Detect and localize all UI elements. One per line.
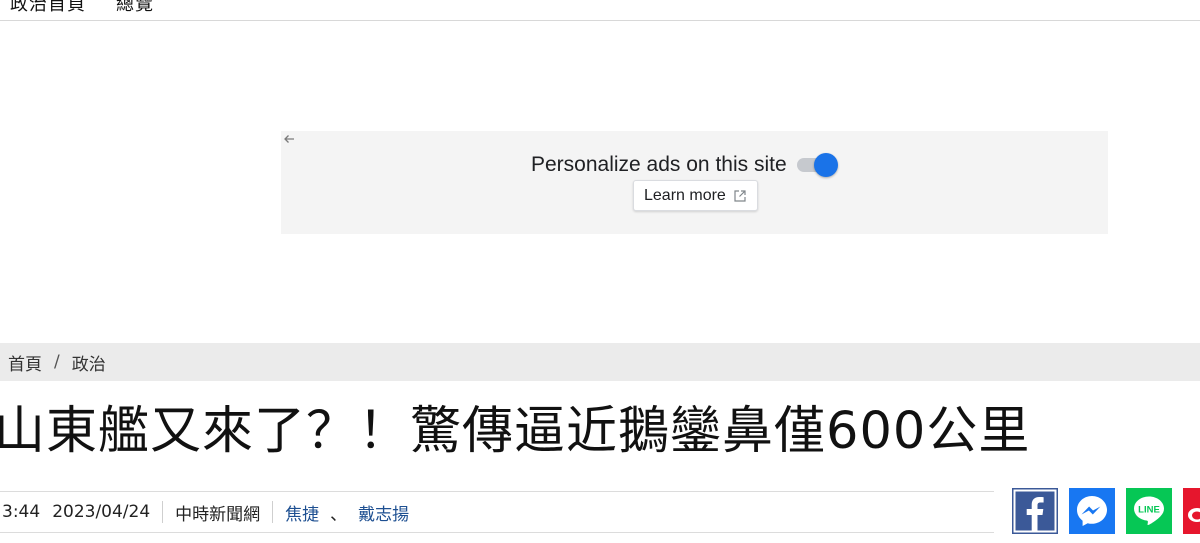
learn-more-label: Learn more [644, 186, 726, 204]
breadcrumb-separator: / [54, 352, 60, 372]
weibo-icon [1183, 488, 1200, 534]
article-meta: 3:44 2023/04/24 中時新聞網 焦捷 、 戴志揚 [0, 491, 994, 533]
nav-item-overview[interactable]: 總覽 [116, 0, 154, 16]
article-headline: 山東艦又來了？！驚傳逼近鵝鑾鼻僅600公里 [0, 402, 1031, 461]
breadcrumb: 首頁 / 政治 [0, 343, 1200, 381]
breadcrumb-home[interactable]: 首頁 [8, 350, 42, 375]
toggle-knob [813, 153, 838, 177]
back-arrow-icon[interactable] [282, 132, 296, 146]
facebook-icon [1012, 488, 1058, 534]
nav-item-politics-home[interactable]: 政治首頁 [10, 0, 86, 16]
messenger-share-button[interactable] [1069, 488, 1115, 534]
article-source: 中時新聞網 [175, 504, 261, 525]
author-link[interactable]: 戴志揚 [358, 500, 409, 525]
author-separator: 、 [330, 504, 348, 525]
author-link[interactable]: 焦捷 [285, 500, 319, 525]
meta-divider [162, 501, 164, 523]
learn-more-button[interactable]: Learn more [633, 180, 758, 211]
line-share-button[interactable]: LINE [1126, 488, 1172, 534]
publish-time: 3:44 [2, 502, 41, 522]
breadcrumb-politics[interactable]: 政治 [72, 350, 106, 375]
personalize-ads-toggle[interactable] [795, 153, 838, 177]
line-label: LINE [1138, 505, 1160, 516]
meta-divider [272, 501, 274, 523]
personalize-ads-label: Personalize ads on this site [531, 153, 787, 176]
publish-date: 2023/04/24 [52, 502, 151, 522]
line-icon: LINE [1126, 488, 1172, 534]
ad-personalization-panel: Personalize ads on this site Learn more [281, 131, 1108, 234]
external-link-icon [733, 189, 747, 203]
weibo-share-button[interactable] [1183, 488, 1200, 534]
messenger-icon [1069, 488, 1115, 534]
top-nav: 政治首頁 總覽 [0, 0, 1200, 21]
facebook-share-button[interactable] [1012, 488, 1058, 534]
personalize-row: Personalize ads on this site [531, 153, 838, 177]
